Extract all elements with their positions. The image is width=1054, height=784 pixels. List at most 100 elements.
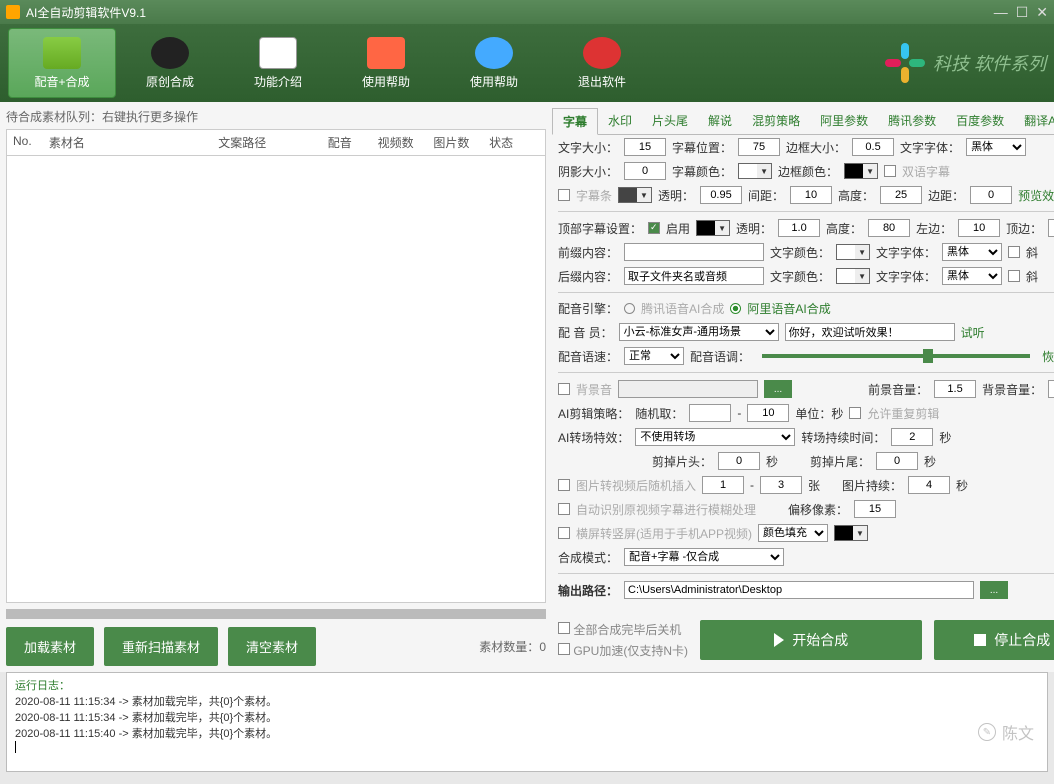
bgm-checkbox[interactable] bbox=[558, 383, 570, 395]
prefix-input[interactable] bbox=[624, 243, 764, 261]
transition-select[interactable]: 不使用转场 bbox=[635, 428, 795, 446]
gpu-checkbox[interactable] bbox=[558, 643, 570, 655]
minimize-icon[interactable]: — bbox=[994, 4, 1008, 21]
toolbar-help2[interactable]: 使用帮助 bbox=[440, 28, 548, 98]
load-material-button[interactable]: 加载素材 bbox=[6, 627, 94, 666]
cut-tail-input[interactable] bbox=[876, 452, 918, 470]
font-size-input[interactable] bbox=[624, 138, 666, 156]
margin-input[interactable] bbox=[970, 186, 1012, 204]
output-browse-button[interactable]: ... bbox=[980, 581, 1008, 599]
height-input[interactable] bbox=[880, 186, 922, 204]
queue-title: 待合成素材队列：右键执行更多操作 bbox=[6, 108, 546, 125]
rand-from-input[interactable] bbox=[689, 404, 731, 422]
tab-translate-api[interactable]: 翻译API bbox=[1014, 108, 1054, 134]
tab-tencent-params[interactable]: 腾讯参数 bbox=[878, 108, 946, 134]
img-to-input[interactable] bbox=[760, 476, 802, 494]
tab-mix-strategy[interactable]: 混剪策略 bbox=[742, 108, 810, 134]
window-title: AI全自动剪辑软件V9.1 bbox=[26, 4, 146, 21]
log-output: 运行日志： 2020-08-11 11:15:34 -> 素材加载完毕，共{0}… bbox=[6, 672, 1048, 772]
stop-icon bbox=[974, 634, 986, 646]
font-select[interactable]: 黑体 bbox=[966, 138, 1026, 156]
offset-input[interactable] bbox=[854, 500, 896, 518]
shadow-size-input[interactable] bbox=[624, 162, 666, 180]
try-listen-link[interactable]: 试听 bbox=[961, 324, 985, 341]
top-enable-checkbox[interactable] bbox=[648, 222, 660, 234]
compose-mode-select[interactable]: 配音+字幕 -仅合成 bbox=[624, 548, 784, 566]
opacity-input[interactable] bbox=[700, 186, 742, 204]
subtitle-bar-checkbox[interactable] bbox=[558, 189, 570, 201]
suffix-font-select[interactable]: 黑体 bbox=[942, 267, 1002, 285]
toolbar-voice-compose[interactable]: 配音+合成 bbox=[8, 28, 116, 98]
prefix-font-select[interactable]: 黑体 bbox=[942, 243, 1002, 261]
toolbar-help[interactable]: 使用帮助 bbox=[332, 28, 440, 98]
img-from-input[interactable] bbox=[702, 476, 744, 494]
toolbar-label: 功能介绍 bbox=[254, 73, 302, 90]
tab-subtitle[interactable]: 字幕 bbox=[552, 108, 598, 135]
allow-dup-checkbox[interactable] bbox=[849, 407, 861, 419]
suffix-color-picker[interactable]: ▼ bbox=[836, 268, 870, 284]
sample-text-input[interactable] bbox=[785, 323, 955, 341]
fg-volume-input[interactable] bbox=[934, 380, 976, 398]
bar-color-picker[interactable]: ▼ bbox=[618, 187, 652, 203]
rand-to-input[interactable] bbox=[747, 404, 789, 422]
bg-volume-input[interactable] bbox=[1048, 380, 1054, 398]
queue-header: No. 素材名 文案路径 配音 视频数 图片数 状态 bbox=[6, 129, 546, 156]
suffix-italic-checkbox[interactable] bbox=[1008, 270, 1020, 282]
reset-default-link[interactable]: 恢复默认 bbox=[1042, 348, 1054, 365]
close-icon[interactable]: ✕ bbox=[1036, 4, 1048, 21]
suffix-input[interactable] bbox=[624, 267, 764, 285]
clear-material-button[interactable]: 清空素材 bbox=[228, 627, 316, 666]
fill-mode-select[interactable]: 颜色填充 bbox=[758, 524, 828, 542]
tab-narration[interactable]: 解说 bbox=[698, 108, 742, 134]
stop-compose-button[interactable]: 停止合成 bbox=[934, 620, 1054, 660]
start-compose-button[interactable]: 开始合成 bbox=[700, 620, 922, 660]
tab-headtail[interactable]: 片头尾 bbox=[642, 108, 698, 134]
maximize-icon[interactable]: ☐ bbox=[1016, 4, 1029, 21]
prefix-color-picker[interactable]: ▼ bbox=[836, 244, 870, 260]
voicer-select[interactable]: 小云-标准女声-通用场景 bbox=[619, 323, 779, 341]
toolbar-label: 原创合成 bbox=[146, 73, 194, 90]
toolbar-original-compose[interactable]: 原创合成 bbox=[116, 28, 224, 98]
toolbar-exit[interactable]: 退出软件 bbox=[548, 28, 656, 98]
slack-icon bbox=[883, 41, 927, 85]
portrait-checkbox[interactable] bbox=[558, 527, 570, 539]
img2vid-checkbox[interactable] bbox=[558, 479, 570, 491]
top-height-input[interactable] bbox=[868, 219, 910, 237]
prefix-italic-checkbox[interactable] bbox=[1008, 246, 1020, 258]
img-duration-input[interactable] bbox=[908, 476, 950, 494]
toolbar-features[interactable]: 功能介绍 bbox=[224, 28, 332, 98]
toolbar-label: 退出软件 bbox=[578, 73, 626, 90]
queue-list[interactable] bbox=[6, 156, 546, 603]
rescan-material-button[interactable]: 重新扫描素材 bbox=[104, 627, 218, 666]
top-margin-input[interactable] bbox=[1048, 219, 1054, 237]
shutdown-checkbox[interactable] bbox=[558, 622, 570, 634]
top-opacity-input[interactable] bbox=[778, 219, 820, 237]
subtitle-pos-input[interactable] bbox=[738, 138, 780, 156]
output-path-input[interactable] bbox=[624, 581, 974, 599]
dual-subtitle-checkbox[interactable] bbox=[884, 165, 896, 177]
engine-ali-radio[interactable] bbox=[730, 303, 741, 314]
tab-ali-params[interactable]: 阿里参数 bbox=[810, 108, 878, 134]
spacing-input[interactable] bbox=[790, 186, 832, 204]
bgm-path-input[interactable] bbox=[618, 380, 758, 398]
brand-text: 科技 软件系列 bbox=[933, 50, 1046, 76]
main-toolbar: 配音+合成 原创合成 功能介绍 使用帮助 使用帮助 退出软件 科技 软件系列 bbox=[0, 24, 1054, 102]
subtitle-color-picker[interactable]: ▼ bbox=[738, 163, 772, 179]
tab-baidu-params[interactable]: 百度参数 bbox=[946, 108, 1014, 134]
border-color-picker[interactable]: ▼ bbox=[844, 163, 878, 179]
material-count: 素材数量：0 bbox=[479, 638, 546, 655]
preview-link[interactable]: 预览效果 bbox=[1018, 187, 1054, 204]
cut-head-input[interactable] bbox=[718, 452, 760, 470]
bgm-browse-button[interactable]: ... bbox=[764, 380, 792, 398]
fill-color-picker[interactable]: ▼ bbox=[834, 525, 868, 541]
pitch-slider[interactable] bbox=[762, 354, 1030, 358]
speed-select[interactable]: 正常 bbox=[624, 347, 684, 365]
top-color-picker[interactable]: ▼ bbox=[696, 220, 730, 236]
transition-duration-input[interactable] bbox=[891, 428, 933, 446]
auto-blur-checkbox[interactable] bbox=[558, 503, 570, 515]
engine-tencent-radio[interactable] bbox=[624, 303, 635, 314]
tab-watermark[interactable]: 水印 bbox=[598, 108, 642, 134]
border-size-input[interactable] bbox=[852, 138, 894, 156]
watermark: ✎ 陈文 bbox=[978, 720, 1034, 744]
top-left-input[interactable] bbox=[958, 219, 1000, 237]
